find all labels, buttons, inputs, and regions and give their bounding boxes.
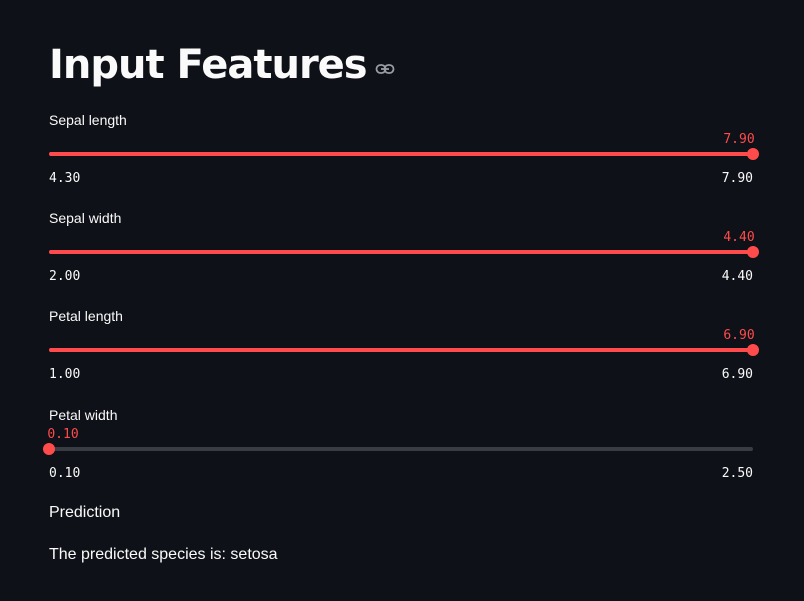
slider-fill xyxy=(49,250,753,254)
slider-min-label: 2.00 xyxy=(49,269,81,284)
slider-max-label: 6.90 xyxy=(721,367,753,382)
slider-label: Sepal width xyxy=(49,210,122,226)
slider-thumb[interactable] xyxy=(747,344,759,356)
link-icon[interactable] xyxy=(375,62,395,76)
slider-max-label: 2.50 xyxy=(721,466,753,481)
slider-track[interactable] xyxy=(49,152,753,156)
page-title: Input Features xyxy=(49,42,368,88)
slider-max-label: 4.40 xyxy=(721,269,753,284)
slider-thumb[interactable] xyxy=(43,443,55,455)
title-row: Input Features xyxy=(49,38,395,92)
slider-track[interactable] xyxy=(49,250,753,254)
app-page: Input Features Sepal length 7.90 4.30 7.… xyxy=(0,0,804,601)
slider-value: 0.10 xyxy=(47,427,79,442)
slider-max-label: 7.90 xyxy=(721,171,753,186)
slider-sepal-width: Sepal width 4.40 2.00 4.40 xyxy=(49,210,759,290)
slider-value: 4.40 xyxy=(723,230,755,245)
slider-fill xyxy=(49,152,753,156)
prediction-heading: Prediction xyxy=(49,504,121,521)
slider-track[interactable] xyxy=(49,348,753,352)
slider-value: 7.90 xyxy=(723,132,755,147)
slider-min-label: 1.00 xyxy=(49,367,81,382)
prediction-text: The predicted species is: setosa xyxy=(49,546,278,563)
slider-petal-width: Petal width 0.10 0.10 2.50 xyxy=(43,407,753,487)
slider-value: 6.90 xyxy=(723,328,755,343)
slider-petal-length: Petal length 6.90 1.00 6.90 xyxy=(49,308,759,388)
slider-thumb[interactable] xyxy=(747,148,759,160)
slider-min-label: 4.30 xyxy=(49,171,81,186)
slider-thumb[interactable] xyxy=(747,246,759,258)
slider-track[interactable] xyxy=(49,447,753,451)
slider-label: Petal length xyxy=(49,308,123,324)
slider-label: Petal width xyxy=(49,407,118,423)
slider-sepal-length: Sepal length 7.90 4.30 7.90 xyxy=(49,112,759,192)
slider-min-label: 0.10 xyxy=(49,466,81,481)
slider-label: Sepal length xyxy=(49,112,127,128)
slider-fill xyxy=(49,348,753,352)
